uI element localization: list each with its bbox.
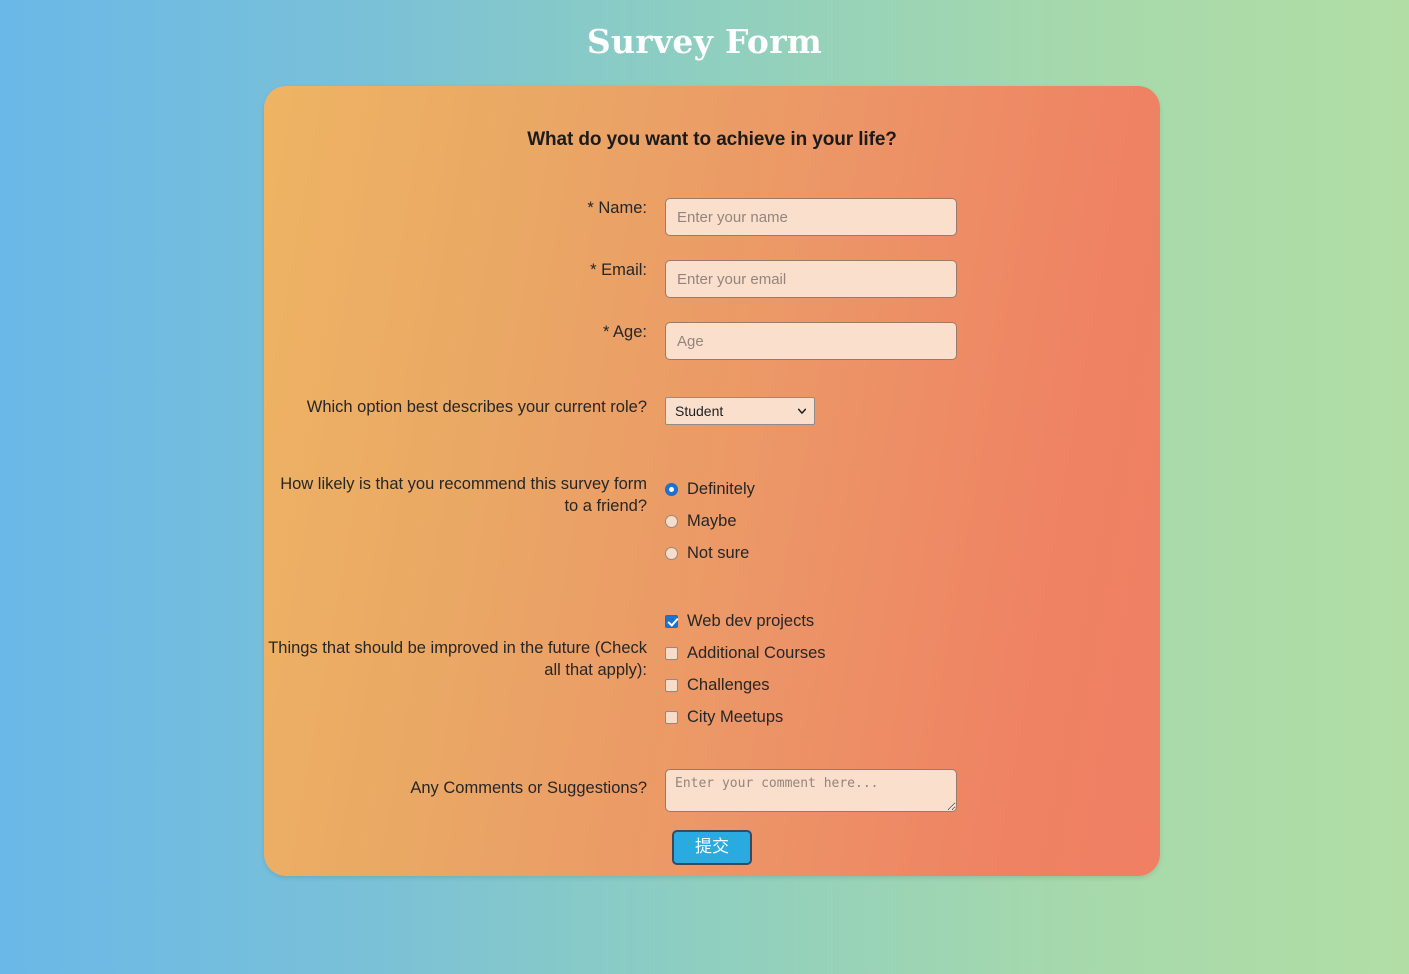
radio-option-definitely[interactable]: Definitely: [665, 473, 1160, 505]
field-row-improve: Things that should be improved in the fu…: [264, 605, 1160, 733]
field-row-role: Which option best describes your current…: [264, 397, 1160, 425]
radio-option-maybe[interactable]: Maybe: [665, 505, 1160, 537]
radio-label-not-sure: Not sure: [687, 543, 750, 562]
submit-button[interactable]: 提交: [672, 830, 752, 865]
checkbox-icon-web-dev-projects[interactable]: [665, 614, 678, 628]
field-row-name: * Name:: [264, 198, 1160, 236]
checkbox-label-web-dev-projects: Web dev projects: [687, 611, 815, 630]
radio-icon-not-sure[interactable]: [665, 546, 678, 560]
field-row-age: * Age:: [264, 322, 1160, 360]
comments-label: Any Comments or Suggestions?: [410, 779, 647, 797]
checkbox-option-additional-courses[interactable]: Additional Courses: [665, 637, 1160, 669]
checkbox-icon-city-meetups[interactable]: [665, 710, 678, 724]
checkbox-option-web-dev-projects[interactable]: Web dev projects: [665, 605, 1160, 637]
radio-label-definitely: Definitely: [687, 479, 755, 498]
submit-row: 提交: [264, 830, 1160, 865]
radio-icon-definitely[interactable]: [665, 482, 678, 496]
email-field-wrap: [665, 260, 1160, 298]
recommend-label: How likely is that you recommend this su…: [280, 475, 647, 515]
age-label: * Age:: [602, 323, 647, 341]
checkbox-label-city-meetups: City Meetups: [687, 707, 784, 726]
field-row-comments: Any Comments or Suggestions?: [264, 769, 1160, 812]
age-field-wrap: [665, 322, 1160, 360]
checkbox-label-additional-courses: Additional Courses: [687, 643, 826, 662]
field-row-recommend: How likely is that you recommend this su…: [264, 473, 1160, 569]
improve-label: Things that should be improved in the fu…: [268, 639, 647, 679]
role-label: Which option best describes your current…: [306, 398, 647, 416]
role-field-wrap: Student: [665, 397, 1160, 425]
name-field-wrap: [665, 198, 1160, 236]
field-row-email: * Email:: [264, 260, 1160, 298]
comments-textarea[interactable]: [665, 769, 957, 812]
radio-option-not-sure[interactable]: Not sure: [665, 537, 1160, 569]
checkbox-icon-additional-courses[interactable]: [665, 646, 678, 660]
email-input[interactable]: [665, 260, 957, 298]
role-select[interactable]: Student: [665, 397, 815, 425]
form-heading: What do you want to achieve in your life…: [527, 129, 897, 150]
radio-label-maybe: Maybe: [687, 511, 737, 530]
age-input[interactable]: [665, 322, 957, 360]
radio-icon-maybe[interactable]: [665, 514, 678, 528]
checkbox-label-challenges: Challenges: [687, 675, 770, 694]
comments-field-wrap: [665, 769, 1160, 812]
recommend-options: Definitely Maybe Not sure: [665, 473, 1160, 569]
checkbox-option-challenges[interactable]: Challenges: [665, 669, 1160, 701]
checkbox-option-city-meetups[interactable]: City Meetups: [665, 701, 1160, 733]
name-label: * Name:: [587, 199, 647, 217]
checkbox-icon-challenges[interactable]: [665, 678, 678, 692]
name-input[interactable]: [665, 198, 957, 236]
improve-options: Web dev projects Additional Courses Chal…: [665, 605, 1160, 733]
role-select-wrap: Student: [665, 397, 815, 425]
page-title: Survey Form: [586, 22, 823, 61]
survey-form-card: What do you want to achieve in your life…: [264, 86, 1160, 876]
email-label: * Email:: [590, 261, 647, 279]
